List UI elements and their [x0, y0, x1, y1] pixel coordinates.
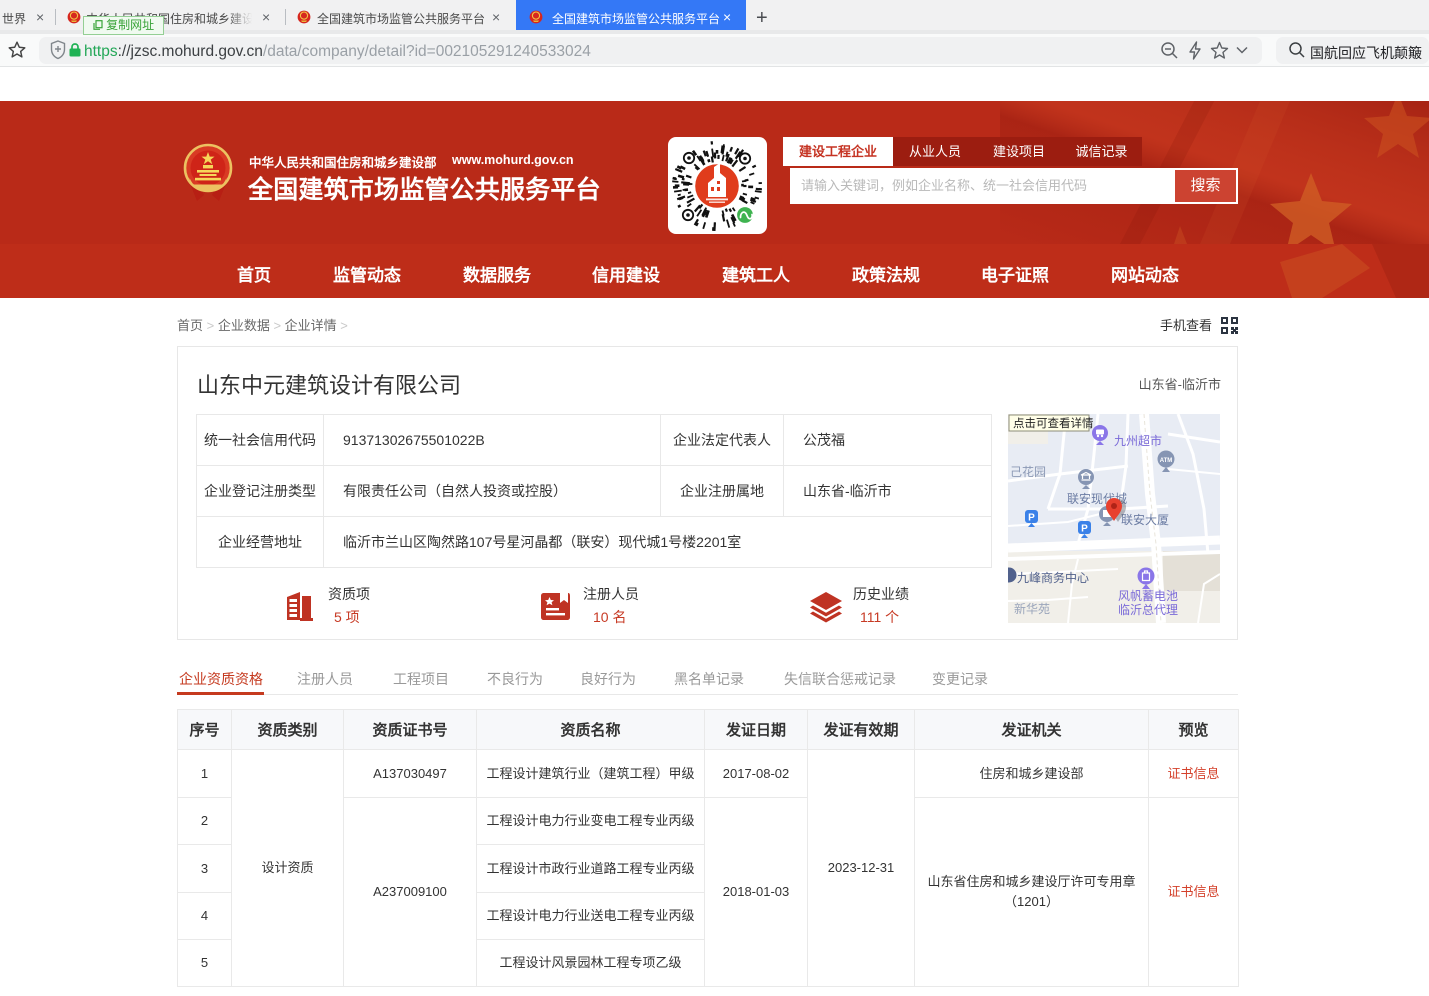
svg-text:ATM: ATM [1160, 458, 1173, 464]
svg-text:点击可查看详情: 点击可查看详情 [1013, 416, 1094, 430]
svg-text:新华苑: 新华苑 [1014, 601, 1050, 616]
svg-text:P: P [1028, 513, 1035, 524]
svg-text:九州超市: 九州超市 [1114, 433, 1162, 448]
svg-text:临沂总代理: 临沂总代理 [1118, 603, 1178, 617]
svg-text:联安大厦: 联安大厦 [1121, 512, 1169, 527]
svg-text:P: P [1081, 524, 1088, 535]
svg-text:风帆蓄电池: 风帆蓄电池 [1118, 588, 1178, 603]
svg-text:己花园: 己花园 [1010, 464, 1046, 479]
svg-text:九峰商务中心: 九峰商务中心 [1017, 570, 1089, 585]
